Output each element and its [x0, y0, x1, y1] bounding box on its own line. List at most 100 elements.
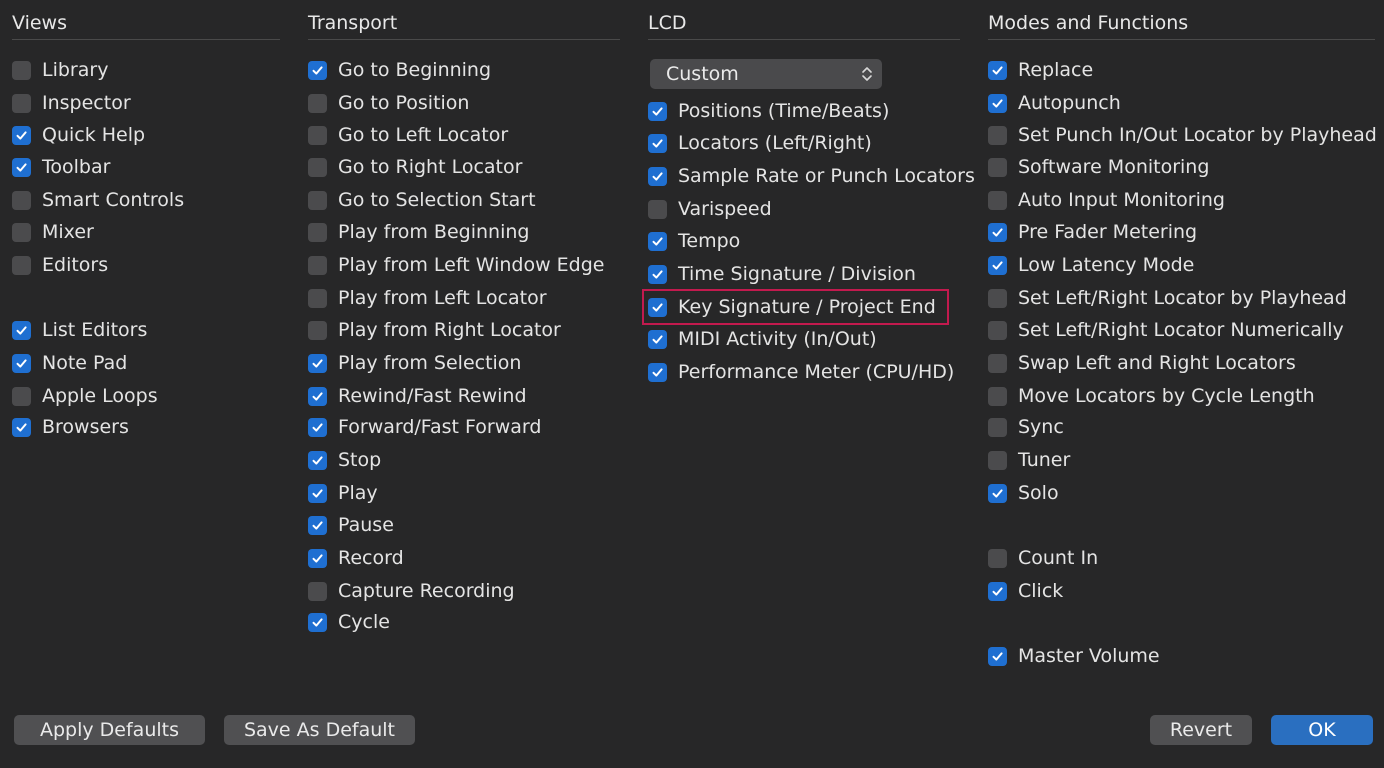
checkbox[interactable] — [988, 93, 1007, 113]
option-software-monitoring[interactable]: Software Monitoring — [988, 152, 1209, 182]
checkbox[interactable] — [308, 515, 327, 535]
checkbox[interactable] — [988, 320, 1007, 340]
checkbox[interactable] — [12, 93, 31, 113]
checkbox[interactable] — [988, 353, 1007, 373]
option-low-latency-mode[interactable]: Low Latency Mode — [988, 250, 1194, 280]
checkbox[interactable] — [308, 450, 327, 470]
checkbox[interactable] — [308, 386, 327, 406]
checkbox[interactable] — [308, 222, 327, 242]
checkbox[interactable] — [988, 646, 1007, 666]
option-go-to-right-locator[interactable]: Go to Right Locator — [308, 152, 522, 182]
option-time-signature-division[interactable]: Time Signature / Division — [648, 259, 916, 289]
option-record[interactable]: Record — [308, 543, 404, 573]
option-performance-meter-cpu-hd[interactable]: Performance Meter (CPU/HD) — [648, 357, 954, 387]
checkbox[interactable] — [308, 612, 327, 632]
option-go-to-position[interactable]: Go to Position — [308, 88, 469, 118]
lcd-mode-select[interactable]: Custom — [650, 59, 882, 89]
ok-button[interactable]: OK — [1271, 715, 1373, 745]
checkbox[interactable] — [988, 190, 1007, 210]
option-locators-left-right[interactable]: Locators (Left/Right) — [648, 128, 872, 158]
option-master-volume[interactable]: Master Volume — [988, 641, 1160, 671]
option-set-left-right-locator-numerically[interactable]: Set Left/Right Locator Numerically — [988, 315, 1344, 345]
option-auto-input-monitoring[interactable]: Auto Input Monitoring — [988, 185, 1225, 215]
option-play[interactable]: Play — [308, 478, 378, 508]
option-midi-activity-in-out[interactable]: MIDI Activity (In/Out) — [648, 324, 877, 354]
checkbox[interactable] — [988, 255, 1007, 275]
checkbox[interactable] — [988, 417, 1007, 437]
option-play-from-beginning[interactable]: Play from Beginning — [308, 217, 529, 247]
checkbox[interactable] — [12, 222, 31, 242]
checkbox[interactable] — [308, 255, 327, 275]
checkbox[interactable] — [648, 133, 667, 153]
checkbox[interactable] — [308, 320, 327, 340]
option-move-locators-by-cycle-length[interactable]: Move Locators by Cycle Length — [988, 381, 1315, 411]
option-click[interactable]: Click — [988, 576, 1063, 606]
checkbox[interactable] — [308, 417, 327, 437]
option-tuner[interactable]: Tuner — [988, 445, 1070, 475]
option-go-to-left-locator[interactable]: Go to Left Locator — [308, 120, 508, 150]
checkbox[interactable] — [12, 125, 31, 145]
checkbox[interactable] — [988, 60, 1007, 80]
checkbox[interactable] — [308, 60, 327, 80]
option-stop[interactable]: Stop — [308, 445, 381, 475]
checkbox[interactable] — [12, 255, 31, 275]
option-play-from-right-locator[interactable]: Play from Right Locator — [308, 315, 561, 345]
checkbox[interactable] — [648, 264, 667, 284]
checkbox[interactable] — [308, 483, 327, 503]
checkbox[interactable] — [12, 190, 31, 210]
option-cycle[interactable]: Cycle — [308, 607, 390, 637]
checkbox[interactable] — [648, 166, 667, 186]
checkbox[interactable] — [648, 101, 667, 121]
option-sample-rate-or-punch-locators[interactable]: Sample Rate or Punch Locators — [648, 161, 975, 191]
option-pause[interactable]: Pause — [308, 510, 394, 540]
option-varispeed[interactable]: Varispeed — [648, 194, 772, 224]
checkbox[interactable] — [648, 231, 667, 251]
option-set-punch-in-out-locator-by-playhead[interactable]: Set Punch In/Out Locator by Playhead — [988, 120, 1377, 150]
checkbox[interactable] — [308, 190, 327, 210]
option-toolbar[interactable]: Toolbar — [12, 152, 110, 182]
option-solo[interactable]: Solo — [988, 478, 1059, 508]
option-go-to-beginning[interactable]: Go to Beginning — [308, 55, 491, 85]
checkbox[interactable] — [308, 353, 327, 373]
checkbox[interactable] — [308, 93, 327, 113]
option-set-left-right-locator-by-playhead[interactable]: Set Left/Right Locator by Playhead — [988, 283, 1347, 313]
checkbox[interactable] — [12, 386, 31, 406]
option-editors[interactable]: Editors — [12, 250, 108, 280]
option-smart-controls[interactable]: Smart Controls — [12, 185, 184, 215]
checkbox[interactable] — [988, 157, 1007, 177]
option-tempo[interactable]: Tempo — [648, 226, 740, 256]
checkbox[interactable] — [12, 60, 31, 80]
checkbox[interactable] — [12, 417, 31, 437]
checkbox[interactable] — [988, 288, 1007, 308]
option-inspector[interactable]: Inspector — [12, 88, 131, 118]
option-replace[interactable]: Replace — [988, 55, 1093, 85]
apply-defaults-button[interactable]: Apply Defaults — [14, 715, 205, 745]
checkbox[interactable] — [308, 125, 327, 145]
checkbox[interactable] — [988, 483, 1007, 503]
option-note-pad[interactable]: Note Pad — [12, 348, 127, 378]
option-forward-fast-forward[interactable]: Forward/Fast Forward — [308, 412, 541, 442]
checkbox[interactable] — [988, 125, 1007, 145]
checkbox[interactable] — [648, 199, 667, 219]
checkbox[interactable] — [308, 288, 327, 308]
revert-button[interactable]: Revert — [1150, 715, 1252, 745]
checkbox[interactable] — [12, 353, 31, 373]
option-positions-time-beats[interactable]: Positions (Time/Beats) — [648, 96, 889, 126]
checkbox[interactable] — [988, 222, 1007, 242]
option-pre-fader-metering[interactable]: Pre Fader Metering — [988, 217, 1197, 247]
checkbox[interactable] — [12, 320, 31, 340]
checkbox[interactable] — [988, 548, 1007, 568]
option-play-from-left-locator[interactable]: Play from Left Locator — [308, 283, 547, 313]
checkbox[interactable] — [308, 548, 327, 568]
option-count-in[interactable]: Count In — [988, 543, 1098, 573]
checkbox[interactable] — [308, 581, 327, 601]
option-browsers[interactable]: Browsers — [12, 412, 129, 442]
checkbox[interactable] — [12, 157, 31, 177]
checkbox[interactable] — [648, 297, 667, 317]
option-play-from-selection[interactable]: Play from Selection — [308, 348, 521, 378]
checkbox[interactable] — [988, 581, 1007, 601]
option-play-from-left-window-edge[interactable]: Play from Left Window Edge — [308, 250, 604, 280]
checkbox[interactable] — [988, 386, 1007, 406]
save-as-default-button[interactable]: Save As Default — [224, 715, 415, 745]
option-rewind-fast-rewind[interactable]: Rewind/Fast Rewind — [308, 381, 527, 411]
